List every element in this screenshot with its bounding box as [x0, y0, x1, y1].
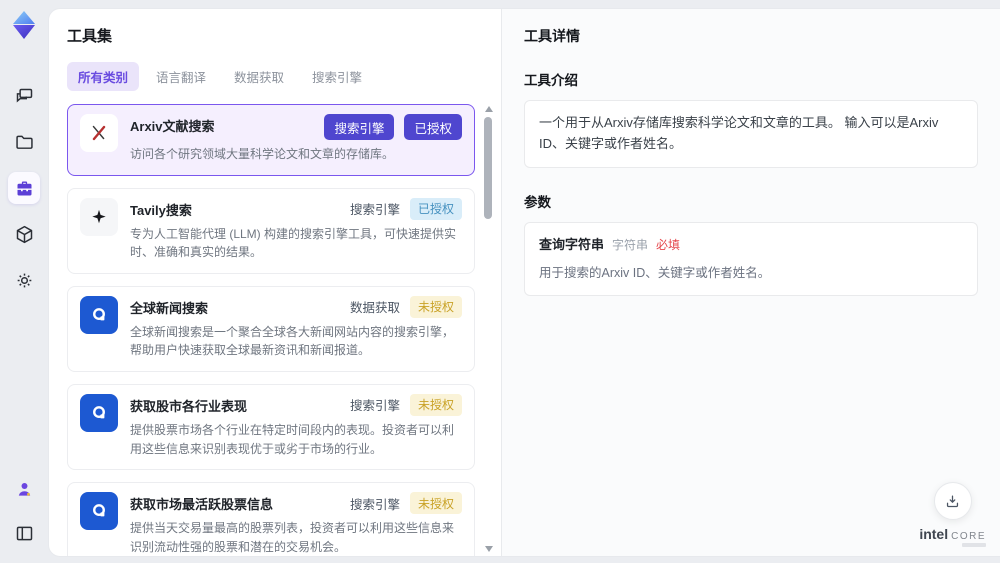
tool-title: 获取股市各行业表现: [130, 398, 248, 414]
tab-language-translation[interactable]: 语言翻译: [145, 62, 217, 91]
category-badge: 搜索引擎: [349, 399, 400, 414]
tool-list-viewport: Arxiv文献搜索 搜索引擎 已授权 访问各个研究领域大量科学论文和文章的存储库…: [67, 104, 501, 556]
sidebar-bottom: [8, 473, 40, 549]
scrollbar-down-arrow-icon[interactable]: [485, 546, 493, 552]
page-title: 工具集: [67, 28, 113, 45]
tool-card-tavily[interactable]: Tavily搜索 搜索引擎 已授权 专为人工智能代理 (LLM) 构建的搜索引擎…: [67, 187, 475, 274]
tool-tags: 搜索引擎 未授权: [349, 393, 462, 416]
gear-icon[interactable]: [8, 264, 40, 296]
cube-icon[interactable]: [8, 218, 40, 250]
card-body: 获取股市各行业表现 搜索引擎 未授权 提供股票市场各个行业在特定时间段内的表现。…: [130, 393, 462, 458]
status-badge: 未授权: [409, 295, 462, 318]
arxiv-logo-icon: [80, 114, 118, 152]
scrollbar-thumb[interactable]: [484, 117, 492, 219]
tab-all-categories[interactable]: 所有类别: [67, 62, 140, 91]
tool-description: 全球新闻搜索是一个聚合全球各大新闻网站内容的搜索引擎，帮助用户快速获取全球最新资…: [130, 324, 455, 358]
core-logo-text: CORE: [951, 531, 986, 542]
intel-logo-text: intel: [919, 526, 949, 542]
tool-description: 提供股票市场各个行业在特定时间段内的表现。投资者可以利用这些信息来识别表现优于或…: [130, 422, 455, 456]
app-logo: [9, 10, 39, 40]
stock-app-icon: [80, 492, 118, 531]
scrollbar-up-arrow-icon[interactable]: [485, 106, 493, 112]
list-scrollbar: [482, 104, 495, 554]
tab-data-fetch[interactable]: 数据获取: [223, 62, 295, 91]
sidebar-rail: [0, 0, 48, 563]
tavily-star-icon: [80, 197, 118, 236]
detail-title: 工具详情: [524, 28, 580, 44]
status-badge: 未授权: [409, 492, 462, 515]
intel-logo-underline: [962, 543, 986, 547]
param-box: 查询字符串 字符串 必填 用于搜索的Arxiv ID、关键字或作者姓名。: [524, 221, 978, 297]
corner-widgets: intel CORE: [919, 482, 986, 547]
tool-list-pane: 工具集 所有类别 语言翻译 数据获取 搜索引擎 Arxiv文献搜索 搜索引擎 已…: [49, 9, 501, 556]
intro-box: 一个用于从Arxiv存储库搜索科学论文和文章的工具。 输入可以是Arxiv ID…: [524, 100, 978, 168]
toolbox-icon[interactable]: [8, 172, 40, 204]
tool-title: Arxiv文献搜索: [130, 119, 215, 134]
tool-tags: 搜索引擎 已授权: [324, 114, 462, 140]
news-app-icon: [80, 295, 118, 334]
param-type: 字符串: [612, 237, 649, 252]
folder-icon[interactable]: [8, 126, 40, 158]
params-heading: 参数: [524, 194, 551, 210]
category-badge: 搜索引擎: [349, 497, 400, 512]
panel-toggle-icon[interactable]: [8, 517, 40, 549]
tool-tags: 搜索引擎 已授权: [349, 197, 462, 220]
tool-description: 专为人工智能代理 (LLM) 构建的搜索引擎工具，可快速提供实时、准确和真实的结…: [130, 226, 457, 260]
tool-card-sector-performance[interactable]: 获取股市各行业表现 搜索引擎 未授权 提供股票市场各个行业在特定时间段内的表现。…: [67, 383, 475, 471]
tool-description: 提供当天交易量最高的股票列表，投资者可以利用这些信息来识别流动性强的股票和潜在的…: [130, 521, 455, 554]
category-tabs: 所有类别 语言翻译 数据获取 搜索引擎: [67, 62, 501, 91]
param-required-badge: 必填: [656, 237, 681, 252]
tab-search-engine[interactable]: 搜索引擎: [301, 62, 373, 91]
tool-card-most-active-stocks[interactable]: 获取市场最活跃股票信息 搜索引擎 未授权 提供当天交易量最高的股票列表，投资者可…: [67, 482, 475, 556]
download-button[interactable]: [933, 482, 972, 520]
category-badge: 搜索引擎: [349, 203, 400, 218]
status-badge: 已授权: [404, 114, 462, 140]
tool-card-arxiv[interactable]: Arxiv文献搜索 搜索引擎 已授权 访问各个研究领域大量科学论文和文章的存储库…: [67, 104, 475, 176]
main-surface: 工具集 所有类别 语言翻译 数据获取 搜索引擎 Arxiv文献搜索 搜索引擎 已…: [48, 8, 1000, 557]
card-body: 获取市场最活跃股票信息 搜索引擎 未授权 提供当天交易量最高的股票列表，投资者可…: [130, 492, 462, 556]
tool-description: 访问各个研究领域大量科学论文和文章的存储库。: [130, 147, 395, 161]
card-body: Arxiv文献搜索 搜索引擎 已授权 访问各个研究领域大量科学论文和文章的存储库…: [130, 114, 462, 164]
intro-heading: 工具介绍: [524, 73, 578, 88]
tool-list: Arxiv文献搜索 搜索引擎 已授权 访问各个研究领域大量科学论文和文章的存储库…: [67, 104, 475, 556]
tool-tags: 数据获取 未授权: [349, 295, 462, 318]
card-body: 全球新闻搜索 数据获取 未授权 全球新闻搜索是一个聚合全球各大新闻网站内容的搜索…: [130, 295, 462, 360]
tool-title: 获取市场最活跃股票信息: [130, 497, 274, 513]
param-name: 查询字符串: [539, 236, 605, 252]
tool-title: Tavily搜索: [130, 202, 192, 218]
param-description: 用于搜索的Arxiv ID、关键字或作者姓名。: [539, 266, 771, 281]
intel-core-logo: intel CORE: [919, 526, 986, 547]
category-badge: 数据获取: [349, 301, 400, 316]
tool-card-global-news[interactable]: 全球新闻搜索 数据获取 未授权 全球新闻搜索是一个聚合全球各大新闻网站内容的搜索…: [67, 285, 475, 372]
intro-text: 一个用于从Arxiv存储库搜索科学论文和文章的工具。 输入可以是Arxiv ID…: [539, 115, 939, 151]
stock-app-icon: [80, 393, 118, 432]
status-badge: 未授权: [409, 393, 462, 416]
tool-tags: 搜索引擎 未授权: [349, 492, 462, 515]
user-icon[interactable]: [8, 473, 40, 505]
card-body: Tavily搜索 搜索引擎 已授权 专为人工智能代理 (LLM) 构建的搜索引擎…: [130, 197, 462, 262]
tool-title: 全球新闻搜索: [130, 300, 209, 316]
chat-icon[interactable]: [8, 80, 40, 112]
sidebar-nav: [8, 80, 40, 296]
category-badge: 搜索引擎: [324, 114, 395, 140]
status-badge: 已授权: [409, 197, 462, 220]
tool-detail-pane: 工具详情 工具介绍 一个用于从Arxiv存储库搜索科学论文和文章的工具。 输入可…: [501, 9, 1000, 556]
